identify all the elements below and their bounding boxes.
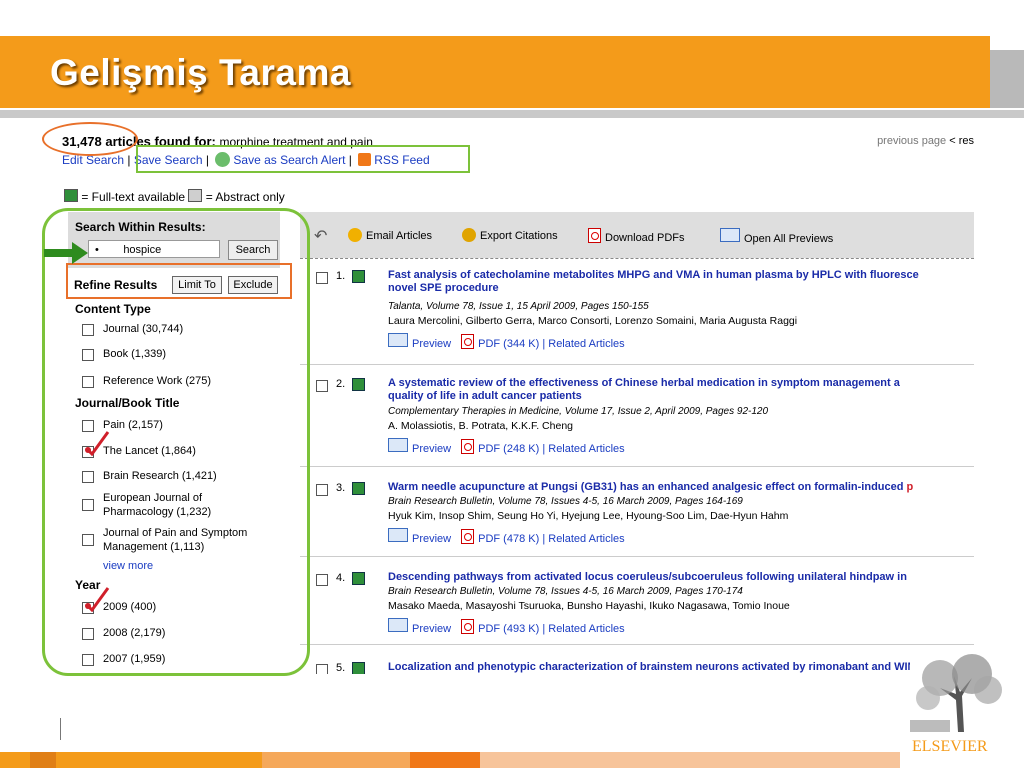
full-text-icon <box>352 270 365 283</box>
download-pdfs-button[interactable]: Download PDFs <box>588 228 684 244</box>
footer-divider <box>60 718 61 740</box>
full-text-icon <box>352 662 365 674</box>
result-divider <box>300 556 974 557</box>
related-articles-link[interactable]: Related Articles <box>548 533 624 545</box>
footer-strip <box>480 752 900 768</box>
result-links: Preview PDF (478 K) | Related Articles <box>388 528 625 545</box>
result-item: 4. Descending pathways from activated lo… <box>300 570 974 650</box>
export-citations-button[interactable]: Export Citations <box>462 228 558 242</box>
result-item: 1. Fast analysis of catecholamine metabo… <box>300 268 974 358</box>
pagination: previous page < res <box>877 135 974 147</box>
preview-icon <box>388 528 408 542</box>
pdf-icon <box>588 228 601 243</box>
related-articles-link[interactable]: Related Articles <box>548 443 624 455</box>
result-journal: Brain Research Bulletin, Volume 78, Issu… <box>388 586 743 597</box>
result-title[interactable]: Warm needle acupuncture at Pungsi (GB31)… <box>388 481 913 494</box>
result-title[interactable]: Localization and phenotypic characteriza… <box>388 661 915 674</box>
preview-link[interactable]: Preview <box>412 533 451 545</box>
open-all-previews-button[interactable]: Open All Previews <box>720 228 833 245</box>
footer-strip <box>0 752 30 768</box>
slide-title: Gelişmiş Tarama <box>50 52 351 93</box>
result-divider <box>300 364 974 365</box>
footer-strip <box>30 752 56 768</box>
result-title[interactable]: Descending pathways from activated locus… <box>388 571 907 584</box>
result-authors: A. Molassiotis, B. Potrata, K.K.F. Cheng <box>388 420 573 432</box>
results-link[interactable]: < res <box>949 135 974 147</box>
result-divider <box>300 644 974 645</box>
footer-strip <box>262 752 410 768</box>
full-text-legend: = Full-text available <box>81 190 186 204</box>
title-accent <box>990 50 1024 108</box>
pdf-icon <box>461 619 475 634</box>
result-item: 3. Warm needle acupuncture at Pungsi (GB… <box>300 480 974 560</box>
abstract-legend: = Abstract only <box>205 190 285 204</box>
result-authors: Hyuk Kim, Insop Shim, Seung Ho Yi, Hyeju… <box>388 510 789 522</box>
result-journal: Complementary Therapies in Medicine, Vol… <box>388 406 769 417</box>
count-highlight-ellipse <box>42 122 138 156</box>
result-title[interactable]: A systematic review of the effectiveness… <box>388 377 900 403</box>
pdf-icon <box>461 439 475 454</box>
result-authors: Laura Mercolini, Gilberto Gerra, Marco C… <box>388 315 798 327</box>
abstract-icon <box>188 189 203 202</box>
undo-icon[interactable]: ↶ <box>314 226 327 246</box>
pdf-icon <box>461 334 475 349</box>
pdf-link[interactable]: PDF (344 K) <box>478 338 539 350</box>
preview-icon <box>388 333 408 347</box>
result-links: Preview PDF (248 K) | Related Articles <box>388 438 625 455</box>
result-title[interactable]: Fast analysis of catecholamine metabolit… <box>388 269 919 295</box>
related-articles-link[interactable]: Related Articles <box>548 338 624 350</box>
result-item: 2. A systematic review of the effectiven… <box>300 376 974 466</box>
result-links: Preview PDF (344 K) | Related Articles <box>388 333 625 350</box>
elsevier-logo-text: ELSEVIER <box>912 738 988 755</box>
toolbar-divider <box>300 258 974 259</box>
export-icon <box>462 228 476 242</box>
preview-icon <box>388 618 408 632</box>
save-links-highlight-box <box>136 145 470 173</box>
preview-icon <box>720 228 740 242</box>
result-journal: Brain Research Bulletin, Volume 78, Issu… <box>388 496 743 507</box>
email-icon <box>348 228 362 242</box>
preview-icon <box>388 438 408 452</box>
arrow-icon <box>44 242 88 264</box>
result-checkbox[interactable] <box>316 484 328 496</box>
result-checkbox[interactable] <box>316 380 328 392</box>
refine-highlight-box <box>66 263 292 299</box>
preview-link[interactable]: Preview <box>412 443 451 455</box>
title-divider <box>0 110 1024 118</box>
results-toolbar: ↶ Email Articles Export Citations Downlo… <box>300 212 974 258</box>
full-text-icon <box>352 572 365 585</box>
pdf-link[interactable]: PDF (248 K) <box>478 443 539 455</box>
result-journal: Talanta, Volume 78, Issue 1, 15 April 20… <box>388 301 649 312</box>
result-authors: Masako Maeda, Masayoshi Tsuruoka, Bunsho… <box>388 600 790 612</box>
preview-link[interactable]: Preview <box>412 338 451 350</box>
pdf-link[interactable]: PDF (493 K) <box>478 623 539 635</box>
footer-strip <box>56 752 262 768</box>
email-articles-button[interactable]: Email Articles <box>348 228 432 242</box>
result-item: 5. Localization and phenotypic character… <box>300 660 974 674</box>
full-text-icon <box>352 482 365 495</box>
preview-link[interactable]: Preview <box>412 623 451 635</box>
footer-strip <box>410 752 480 768</box>
result-checkbox[interactable] <box>316 272 328 284</box>
pdf-link[interactable]: PDF (478 K) <box>478 533 539 545</box>
result-checkbox[interactable] <box>316 664 328 674</box>
elsevier-tree-icon <box>910 648 1006 734</box>
result-checkbox[interactable] <box>316 574 328 586</box>
access-legend: = Full-text available = Abstract only <box>64 189 285 204</box>
pdf-icon <box>461 529 475 544</box>
result-links: Preview PDF (493 K) | Related Articles <box>388 618 625 635</box>
full-text-icon <box>352 378 365 391</box>
result-divider <box>300 466 974 467</box>
full-text-icon <box>64 189 78 202</box>
previous-page-link[interactable]: previous page <box>877 135 946 147</box>
related-articles-link[interactable]: Related Articles <box>548 623 624 635</box>
